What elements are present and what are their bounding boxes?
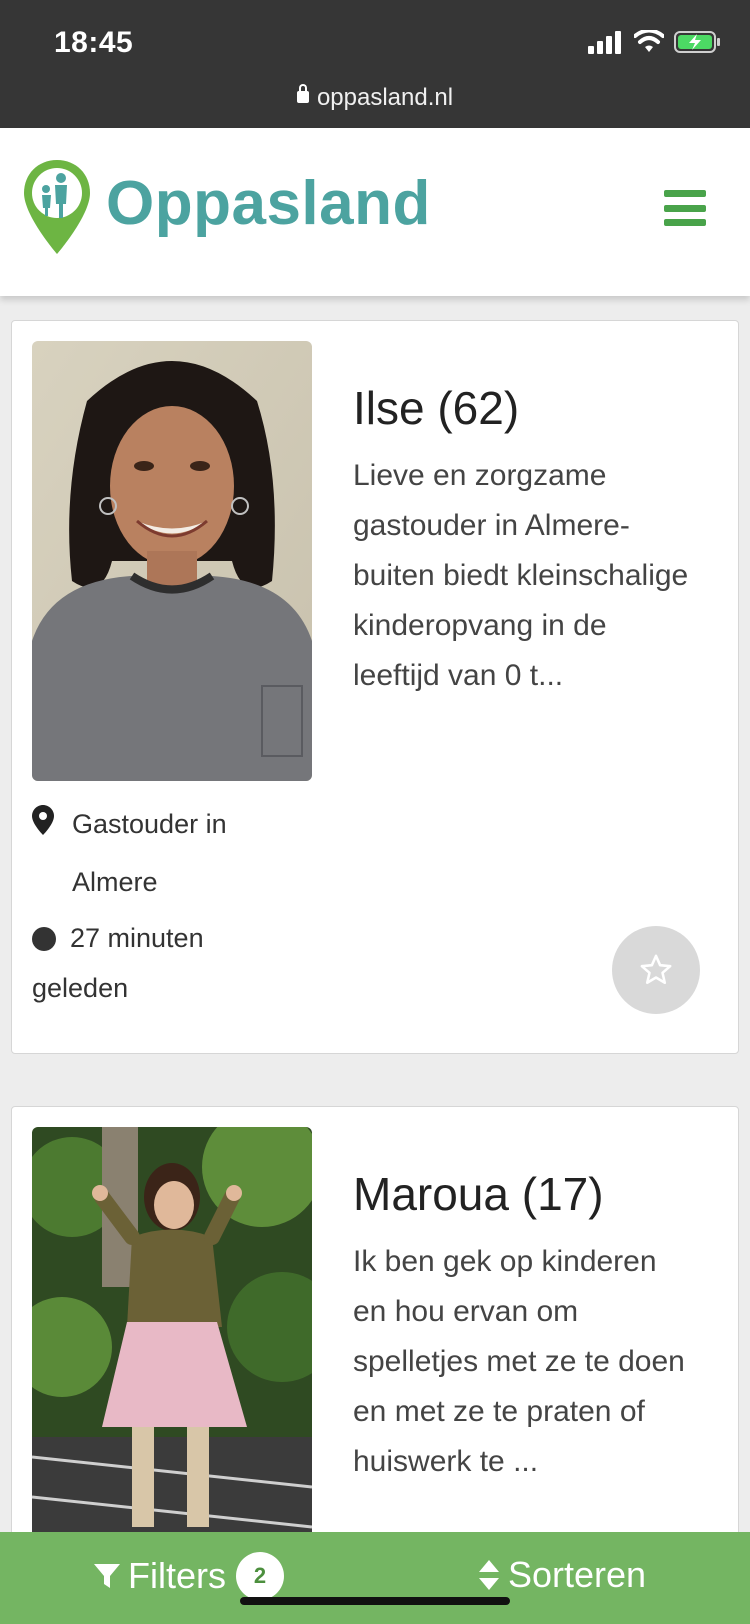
sort-button[interactable]: Sorteren bbox=[478, 1554, 646, 1596]
url-text: oppasland.nl bbox=[316, 84, 454, 111]
location-pin-icon bbox=[32, 805, 54, 835]
profile-card[interactable]: Ilse (62) Lieve en zorgzame gastouder in… bbox=[11, 320, 739, 1054]
status-icons bbox=[588, 30, 722, 54]
last-seen-text: 27 minuten geleden bbox=[32, 923, 204, 1003]
location-row: Gastouder in Almere bbox=[32, 795, 292, 911]
profile-meta: Gastouder in Almere 27 minuten geleden bbox=[32, 795, 292, 1013]
profile-name[interactable]: Ilse (62) bbox=[353, 381, 519, 435]
sort-label: Sorteren bbox=[508, 1554, 647, 1595]
logo-pin-icon bbox=[24, 160, 90, 254]
site-header: Oppasland bbox=[0, 128, 750, 296]
status-bar: 18:45 oppasland.nl bbox=[0, 0, 750, 128]
logo[interactable]: Oppasland bbox=[22, 158, 431, 256]
location-text: Gastouder in Almere bbox=[72, 809, 227, 897]
profile-name[interactable]: Maroua (17) bbox=[353, 1167, 604, 1221]
menu-button[interactable] bbox=[664, 190, 706, 226]
filters-count-badge: 2 bbox=[236, 1552, 284, 1600]
status-dot-icon bbox=[32, 927, 56, 951]
status-time: 18:45 bbox=[54, 26, 134, 59]
favorite-button[interactable] bbox=[612, 926, 700, 1014]
filters-label: Filters bbox=[128, 1555, 226, 1596]
menu-bar-icon bbox=[664, 190, 706, 197]
home-indicator[interactable] bbox=[240, 1597, 510, 1605]
signal-icon bbox=[588, 31, 621, 54]
wifi-icon bbox=[634, 30, 664, 52]
profile-photo[interactable] bbox=[32, 1127, 312, 1567]
bottom-action-bar: Filters 2 Sorteren bbox=[0, 1532, 750, 1624]
lock-icon bbox=[296, 84, 309, 103]
brand-name: Oppasland bbox=[106, 168, 431, 238]
last-seen-row: 27 minuten geleden bbox=[32, 913, 292, 1013]
filter-funnel-icon bbox=[94, 1564, 120, 1588]
profile-description: Lieve en zorgzame gastouder in Almere-bu… bbox=[353, 459, 689, 692]
profile-description: Ik ben gek op kinderen en hou ervan om s… bbox=[353, 1245, 685, 1478]
battery-charging-icon bbox=[674, 31, 720, 53]
address-bar[interactable]: oppasland.nl bbox=[0, 84, 750, 112]
star-outline-icon bbox=[640, 954, 672, 985]
menu-bar-icon bbox=[664, 204, 706, 212]
filters-button[interactable]: Filters 2 bbox=[92, 1552, 284, 1600]
profile-photo[interactable] bbox=[32, 341, 312, 781]
menu-bar-icon bbox=[664, 219, 706, 226]
sort-arrows-icon bbox=[479, 1560, 499, 1590]
